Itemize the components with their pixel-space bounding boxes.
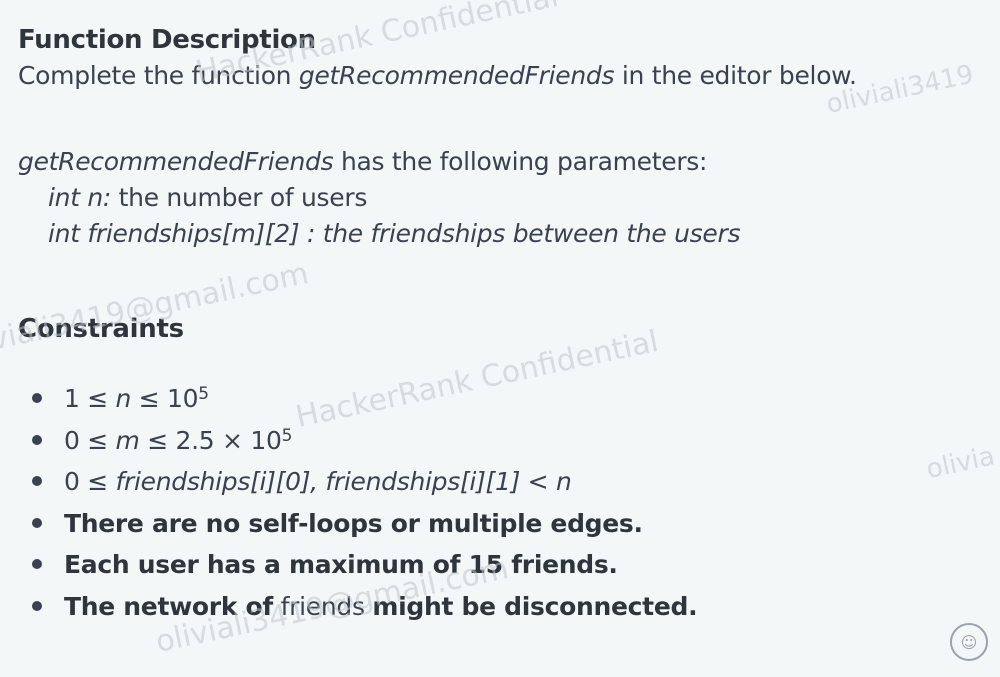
constraint-text: The network of bbox=[64, 591, 273, 621]
bullet-icon bbox=[32, 393, 42, 403]
function-description-text: Complete the function getRecommendedFrie… bbox=[18, 58, 857, 94]
parameters-function-name: getRecommendedFriends bbox=[18, 147, 334, 176]
bullet-icon bbox=[32, 476, 42, 486]
bullet-icon bbox=[32, 517, 42, 528]
constraint-text: 1 ≤ bbox=[64, 384, 116, 413]
bullet-icon bbox=[32, 600, 42, 611]
description-suffix: in the editor below. bbox=[614, 61, 857, 90]
constraint-text: Each user has a maximum of 15 friends. bbox=[64, 550, 618, 579]
description-prefix: Complete the function bbox=[18, 61, 299, 90]
constraint-var: friendships[i][0], friendships[i][1] bbox=[115, 467, 521, 496]
parameter-n-desc: the number of users bbox=[111, 183, 368, 212]
parameter-n-type: int n: bbox=[48, 183, 112, 212]
function-name: getRecommendedFriends bbox=[298, 61, 615, 90]
constraint-item: 0 ≤ m ≤ 2.5 × 105 bbox=[18, 420, 697, 462]
constraint-text: 0 ≤ bbox=[64, 467, 116, 496]
constraints-section: Constraints bbox=[18, 311, 184, 347]
constraint-item: Each user has a maximum of 15 friends. bbox=[18, 544, 697, 586]
function-description-section: Function Description Complete the functi… bbox=[18, 22, 857, 94]
constraint-exponent: 5 bbox=[281, 425, 293, 446]
logo-icon: ☺ bbox=[950, 623, 988, 661]
bullet-icon bbox=[32, 559, 42, 569]
constraint-item: The network of friends might be disconne… bbox=[18, 586, 698, 628]
parameters-section: getRecommendedFriends has the following … bbox=[18, 144, 741, 252]
bullet-icon bbox=[32, 434, 42, 445]
constraint-var: n bbox=[115, 384, 132, 413]
constraint-item: 1 ≤ n ≤ 105 bbox=[18, 378, 697, 420]
constraints-heading: Constraints bbox=[18, 314, 184, 344]
constraint-item: 0 ≤ friendships[i][0], friendships[i][1]… bbox=[18, 461, 697, 503]
constraint-text: 0 ≤ bbox=[64, 425, 116, 455]
function-description-heading: Function Description bbox=[18, 25, 316, 55]
watermark: olivia bbox=[923, 441, 998, 485]
parameters-intro: getRecommendedFriends has the following … bbox=[18, 144, 740, 180]
constraints-list: 1 ≤ n ≤ 105 0 ≤ m ≤ 2.5 × 105 0 ≤ friend… bbox=[18, 378, 698, 628]
constraint-text: There are no self-loops or multiple edge… bbox=[64, 508, 643, 538]
constraint-var: n bbox=[555, 467, 572, 496]
constraint-text: friends bbox=[273, 591, 373, 621]
corner-logo: ☺ bbox=[944, 623, 994, 673]
constraint-text: < bbox=[520, 467, 556, 496]
constraint-var: m bbox=[115, 425, 140, 455]
constraint-item: There are no self-loops or multiple edge… bbox=[18, 503, 697, 545]
parameters-intro-suffix: has the following parameters: bbox=[333, 147, 708, 176]
constraint-exponent: 5 bbox=[198, 384, 209, 404]
parameter-friendships: int friendships[m][2] : the friendships … bbox=[48, 219, 741, 248]
parameter-n: int n: the number of users bbox=[18, 180, 740, 216]
constraint-text: ≤ 2.5 × 10 bbox=[139, 425, 282, 455]
constraint-text: might be disconnected. bbox=[372, 591, 698, 621]
constraint-text: ≤ 10 bbox=[131, 384, 199, 413]
